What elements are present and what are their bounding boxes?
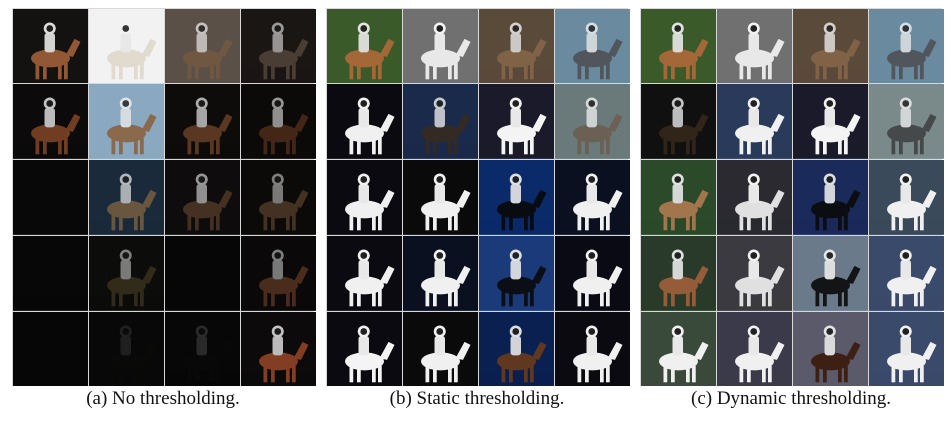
panel-no-thresholding (12, 8, 316, 387)
sample-image (164, 8, 240, 84)
sample-image-grid (326, 8, 630, 387)
sample-image (12, 84, 88, 160)
sample-image (716, 311, 792, 387)
sample-image (326, 235, 402, 311)
sample-image (716, 8, 792, 84)
sample-image (792, 160, 868, 235)
sample-image (88, 84, 164, 160)
sample-image (164, 84, 240, 160)
sample-image (164, 160, 240, 235)
panel-static-thresholding (326, 8, 630, 387)
sample-image (240, 235, 316, 311)
sample-image (88, 8, 164, 84)
caption-dynamic-thresholding: (c) Dynamic thresholding. (691, 388, 891, 409)
caption-no-thresholding: (a) No thresholding. (86, 388, 240, 409)
sample-image (240, 160, 316, 235)
sample-image (88, 311, 164, 387)
sample-image (792, 311, 868, 387)
sample-image (326, 84, 402, 160)
sample-image (12, 8, 88, 84)
sample-image (716, 84, 792, 160)
sample-image (326, 8, 402, 84)
sample-image (88, 160, 164, 235)
sample-image (554, 8, 630, 84)
sample-image (554, 311, 630, 387)
sample-image (12, 160, 88, 235)
sample-image (12, 235, 88, 311)
sample-image (240, 84, 316, 160)
sample-image (402, 160, 478, 235)
sample-image (868, 8, 944, 84)
sample-image (478, 84, 554, 160)
sample-image (402, 235, 478, 311)
sample-image (478, 311, 554, 387)
sample-image (554, 235, 630, 311)
sample-image (164, 235, 240, 311)
sample-image (792, 8, 868, 84)
sample-image (792, 84, 868, 160)
sample-image (554, 84, 630, 160)
sample-image (640, 160, 716, 235)
sample-image (12, 311, 88, 387)
sample-image (164, 311, 240, 387)
sample-image (868, 311, 944, 387)
sample-image (716, 160, 792, 235)
sample-image (478, 235, 554, 311)
sample-image (868, 235, 944, 311)
sample-image (326, 311, 402, 387)
sample-image (792, 235, 868, 311)
sample-image-grid (640, 8, 944, 387)
sample-image (868, 84, 944, 160)
sample-image (554, 160, 630, 235)
sample-image (640, 235, 716, 311)
sample-image (716, 235, 792, 311)
panel-dynamic-thresholding (640, 8, 944, 387)
sample-image (88, 235, 164, 311)
sample-image (478, 8, 554, 84)
sample-image (402, 84, 478, 160)
sample-image (640, 311, 716, 387)
caption-static-thresholding: (b) Static thresholding. (389, 388, 565, 409)
sample-image (868, 160, 944, 235)
sample-image (240, 8, 316, 84)
sample-image (640, 8, 716, 84)
sample-image (640, 84, 716, 160)
sample-image (402, 8, 478, 84)
sample-image (326, 160, 402, 235)
sample-image (478, 160, 554, 235)
sample-image-grid (12, 8, 316, 387)
sample-image (402, 311, 478, 387)
sample-image (240, 311, 316, 387)
